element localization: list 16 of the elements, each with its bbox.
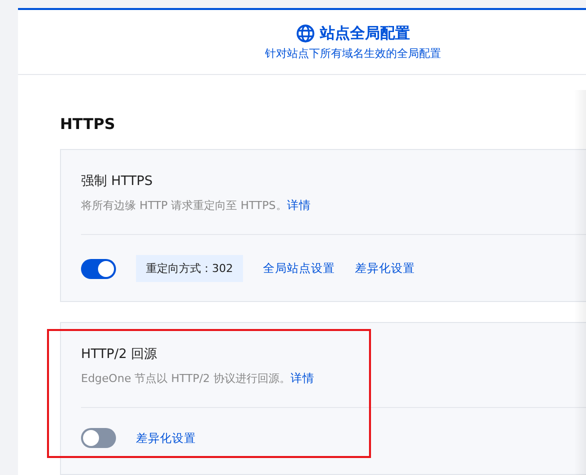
setting-title: HTTP/2 回源 [81, 346, 158, 363]
panel-subtitle: 针对站点下所有域名生效的全局配置 [265, 46, 441, 60]
globe-icon [296, 24, 315, 42]
settings-link[interactable]: 全局站点设置 [263, 261, 335, 276]
panel-title: 站点全局配置 [320, 24, 410, 42]
details-link[interactable]: 详情 [286, 198, 311, 213]
toggle-switch[interactable] [81, 258, 116, 278]
setting-description: 将所有边缘 HTTP 请求重定向至 HTTPS。 [81, 198, 287, 213]
section-title: HTTPS [60, 115, 116, 133]
setting-title: 强制 HTTPS [81, 173, 154, 190]
toggle-switch[interactable] [81, 428, 116, 448]
settings-link[interactable]: 差异化设置 [136, 430, 196, 446]
redirect-tag: 重定向方式：302 [136, 255, 243, 282]
details-link[interactable]: 详情 [290, 371, 314, 386]
settings-link[interactable]: 差异化设置 [355, 261, 415, 276]
setting-description: EdgeOne 节点以 HTTP/2 协议进行回源。 [81, 371, 290, 386]
